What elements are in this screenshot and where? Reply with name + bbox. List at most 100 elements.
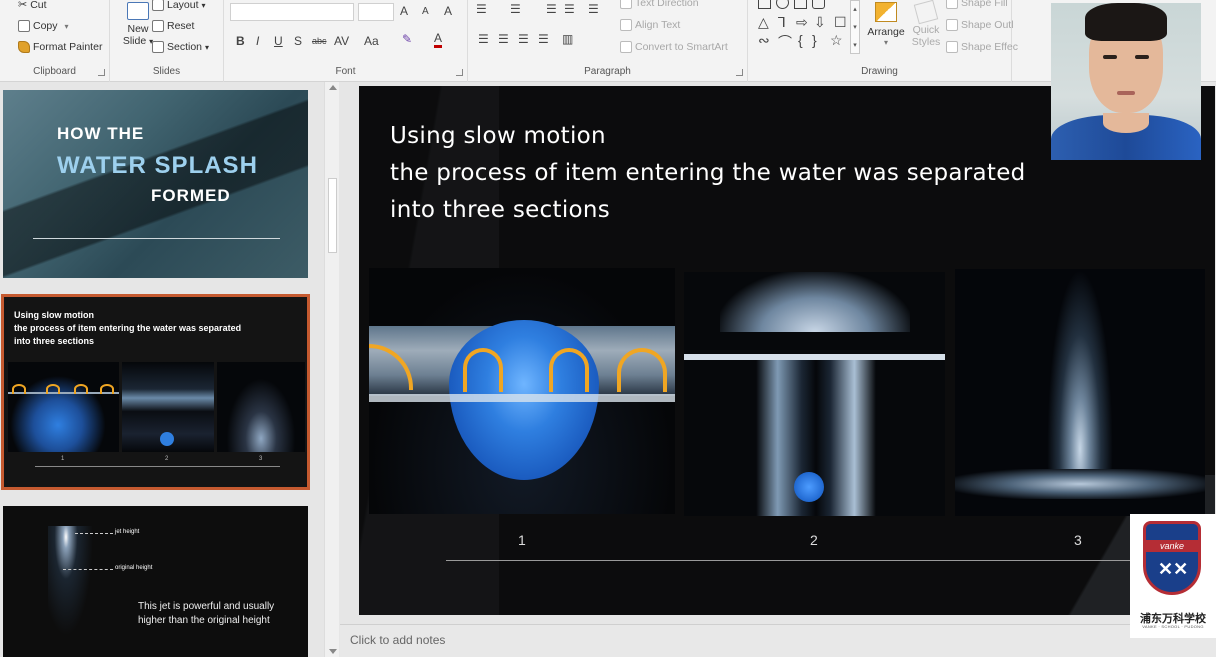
brace-right-shape-icon[interactable]: } [812, 32, 817, 48]
outdent-icon: ☰ [546, 2, 557, 16]
dialog-launcher-icon[interactable] [456, 69, 463, 76]
numbering-button[interactable]: ☰ [510, 2, 521, 16]
font-name-dropdown[interactable] [230, 3, 354, 21]
callout-shape-icon[interactable]: ☐ [834, 14, 847, 31]
chevron-down-icon: ▾ [205, 42, 210, 52]
section-icon [152, 41, 164, 53]
blue-ball [794, 472, 824, 502]
group-label-drawing: Drawing [861, 66, 898, 77]
reset-button[interactable]: Reset [152, 20, 194, 32]
bracket-shape-icon[interactable]: ⌒ [778, 32, 792, 52]
dialog-launcher-icon[interactable] [98, 69, 105, 76]
font-color-button[interactable]: A [434, 32, 443, 48]
water-line [369, 394, 675, 402]
logo-english-name: VANKE · SCHOOL · PUDONG [1142, 624, 1204, 629]
align-right-button[interactable]: ☰ [518, 32, 529, 46]
group-label-font: Font [335, 66, 356, 77]
shape-fill-button[interactable]: Shape Fill [946, 0, 1008, 9]
grow-font-button[interactable]: A [400, 4, 408, 18]
curve-shape-icon[interactable]: ∾ [758, 32, 770, 49]
thumbnail-divider [33, 238, 280, 239]
line-spacing-icon: ☰ [588, 2, 599, 16]
rounded-rect-shape-icon[interactable] [812, 0, 825, 9]
bullet-list-icon: ☰ [476, 2, 487, 16]
convert-smartart-button[interactable]: Convert to SmartArt [620, 41, 728, 53]
cut-button[interactable]: ✂ Cut [18, 0, 47, 11]
change-case-button[interactable]: Aa [364, 34, 379, 48]
star-shape-icon[interactable]: ☆ [830, 32, 843, 49]
slide-thumbnail-3[interactable]: jet height original height This jet is p… [3, 506, 308, 657]
align-text-button[interactable]: Align Text [620, 19, 680, 31]
thumbnail-caption-3: 3 [259, 456, 263, 462]
splash-photo-1[interactable] [369, 268, 675, 514]
format-painter-button[interactable]: Format Painter [18, 41, 102, 53]
notes-pane[interactable]: Click to add notes [340, 624, 1216, 657]
group-label-paragraph: Paragraph [584, 66, 631, 77]
gallery-scroll[interactable]: ▴ ▾ ▾ [850, 0, 860, 54]
text-direction-button[interactable]: Text Direction [620, 0, 699, 9]
scissors-icon: ✂ [18, 0, 28, 11]
slide-title[interactable]: Using slow motion the process of item en… [390, 118, 1026, 229]
chevron-down-icon: ▾ [201, 0, 206, 10]
layout-icon [152, 0, 164, 11]
shapes-gallery[interactable]: △ ⅂ ⇨ ⇩ ☐ ∾ ⌒ { } ☆ ▴ ▾ ▾ [756, 0, 860, 56]
character-spacing-button[interactable]: AV [334, 34, 349, 48]
slide-canvas[interactable]: Using slow motion the process of item en… [359, 86, 1215, 615]
splash-photo-2[interactable] [684, 272, 945, 516]
justify-button[interactable]: ☰ [538, 32, 549, 46]
align-center-button[interactable]: ☰ [498, 32, 509, 46]
shrink-font-button[interactable]: A [422, 6, 429, 17]
slide-thumbnail-1[interactable]: HOW THE WATER SPLASH FORMED [3, 90, 308, 278]
rectangle-shape-icon[interactable] [758, 0, 771, 9]
copy-button[interactable]: Copy ▾ [18, 20, 69, 32]
water-jet [1047, 269, 1113, 469]
brace-left-shape-icon[interactable]: { [798, 32, 803, 48]
align-right-icon: ☰ [518, 32, 529, 46]
italic-button[interactable]: I [256, 34, 259, 48]
highlight-button[interactable]: ✎ [402, 32, 412, 46]
thumbnail-body-text: This jet is powerful and usually higher … [138, 601, 275, 626]
bold-button[interactable]: B [236, 34, 245, 48]
scroll-up-arrow-icon[interactable] [329, 85, 337, 90]
thumbnails-scrollbar[interactable] [324, 82, 339, 657]
square-shape-icon[interactable] [794, 0, 807, 9]
scrollbar-thumb[interactable] [328, 178, 337, 253]
arrow-shape-icon[interactable]: ⇨ [796, 14, 808, 31]
dialog-launcher-icon[interactable] [736, 69, 743, 76]
increase-indent-button[interactable]: ☰ [564, 2, 575, 16]
caption-1: 1 [518, 532, 526, 548]
paintbrush-icon [18, 41, 30, 53]
splash-photo-3[interactable] [955, 269, 1205, 516]
bullets-button[interactable]: ☰ [476, 2, 487, 16]
underline-button[interactable]: U [274, 34, 283, 48]
section-button[interactable]: Section ▾ [152, 41, 209, 53]
align-text-icon [620, 19, 632, 31]
logo-mark: ✕✕ [1158, 559, 1189, 579]
left-eye [1103, 55, 1117, 59]
text-direction-icon [620, 0, 632, 9]
decrease-indent-button[interactable]: ☰ [546, 2, 557, 16]
clear-formatting-button[interactable]: A [444, 4, 452, 18]
connector-shape-icon[interactable]: ⅂ [778, 14, 786, 31]
chevron-shape-icon[interactable]: ⇩ [814, 14, 826, 31]
arrow-icon [617, 348, 667, 392]
caption-3: 3 [1074, 532, 1082, 548]
strikethrough-button[interactable]: abc [312, 36, 327, 46]
triangle-shape-icon[interactable]: △ [758, 14, 769, 31]
scroll-down-arrow-icon[interactable] [329, 649, 337, 654]
arrow-icon [74, 384, 88, 394]
font-size-dropdown[interactable] [358, 3, 394, 21]
quick-styles-button[interactable]: Quick Styles [906, 0, 946, 56]
line-spacing-button[interactable]: ☰ [588, 2, 599, 16]
shape-outline-button[interactable]: Shape Outl [946, 19, 1014, 31]
align-left-button[interactable]: ☰ [478, 32, 489, 46]
shadow-button[interactable]: S [294, 34, 302, 48]
arrange-button[interactable]: Arrange ▾ [866, 2, 906, 56]
oval-shape-icon[interactable] [776, 0, 789, 9]
slide-thumbnail-2-selected[interactable]: Using slow motion the process of item en… [1, 294, 310, 490]
logo-band-text: vanke [1146, 540, 1198, 552]
shape-effects-button[interactable]: Shape Effec [946, 41, 1018, 53]
layout-button[interactable]: Layout ▾ [152, 0, 206, 11]
columns-button[interactable]: ▥ [562, 32, 573, 46]
hair [1085, 3, 1167, 41]
